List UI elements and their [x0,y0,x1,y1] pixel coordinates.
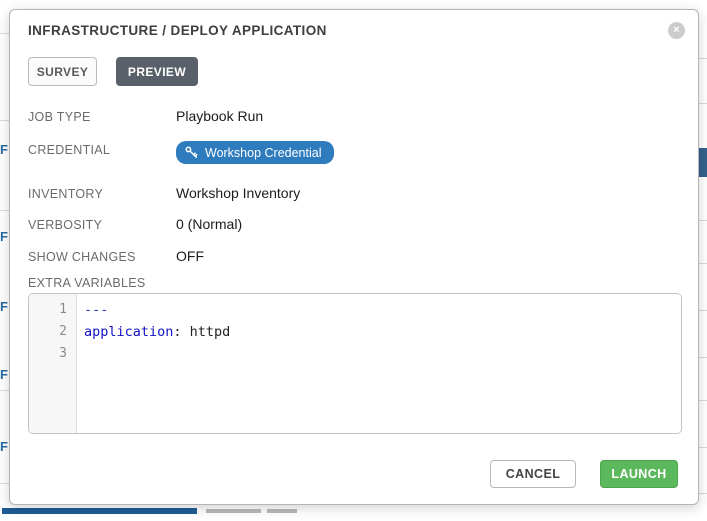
background-text-fragment [206,509,261,513]
credential-label: CREDENTIAL [28,143,110,157]
background-text-fragment: F [0,300,9,314]
close-icon[interactable]: × [668,22,685,39]
launch-button[interactable]: LAUNCH [600,460,678,488]
empty-code-line [84,343,681,365]
line-number: 2 [29,321,67,343]
background-row-divider [699,220,707,221]
line-number: 1 [29,299,67,321]
line-number: 3 [29,343,67,365]
yaml-key: application [84,324,173,340]
background-selected-row-fragment [699,148,707,177]
inventory-label: INVENTORY [28,187,103,201]
background-text-fragment: F [0,143,9,157]
background-row-divider [0,390,9,391]
extra-variables-editor[interactable]: 1 2 3 --- application: httpd [28,293,682,434]
yaml-separator: : [173,324,181,340]
tab-survey[interactable]: SURVEY [28,57,97,86]
background-row-divider [0,120,9,121]
background-row-divider [699,103,707,104]
verbosity-label: VERBOSITY [28,218,102,232]
editor-code-area[interactable]: --- application: httpd [77,294,681,433]
background-row-divider [0,210,9,211]
modal-title: INFRASTRUCTURE / DEPLOY APPLICATION [28,23,327,38]
cancel-button[interactable]: CANCEL [490,460,576,488]
credential-badge[interactable]: Workshop Credential [176,141,334,164]
background-text-fragment: F [0,440,9,454]
show-changes-value: OFF [176,248,204,264]
key-icon [185,146,198,159]
background-row-divider [699,493,707,494]
deploy-application-modal: INFRASTRUCTURE / DEPLOY APPLICATION × SU… [9,9,699,505]
background-row-divider [699,357,707,358]
verbosity-value: 0 (Normal) [176,216,242,232]
inventory-value: Workshop Inventory [176,185,300,201]
editor-gutter: 1 2 3 [29,294,77,433]
show-changes-label: SHOW CHANGES [28,250,136,264]
background-row-divider [699,400,707,401]
yaml-value: httpd [182,324,231,340]
job-type-value: Playbook Run [176,108,263,124]
background-row-divider [699,310,707,311]
yaml-doc-marker: --- [84,302,108,318]
background-row-divider [699,263,707,264]
background-text-fragment [267,509,297,513]
tab-preview[interactable]: PREVIEW [116,57,198,86]
background-row-divider [0,33,9,34]
job-type-label: JOB TYPE [28,110,91,124]
extra-variables-label: EXTRA VARIABLES [28,276,146,290]
background-row-divider [0,483,9,484]
background-text-fragment [2,508,197,514]
background-row-divider [699,447,707,448]
background-text-fragment: F [0,368,9,382]
background-row-divider [699,58,707,59]
deploy-application-screen: F F F F F INFRASTRUCTURE / DEPLOY APPLIC… [0,0,707,521]
background-text-fragment: F [0,230,9,244]
credential-badge-label: Workshop Credential [205,146,322,160]
